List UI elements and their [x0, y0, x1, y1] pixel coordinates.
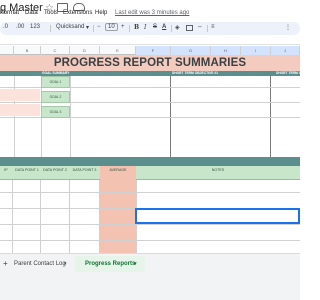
page-title: PROGRESS REPORT SUMMARIES	[53, 57, 247, 69]
toolbar-divider	[93, 25, 94, 32]
grid-line	[0, 240, 300, 241]
text-color-button[interactable]: A	[162, 24, 166, 30]
parent-contact-chevron-icon[interactable]: ▾	[64, 258, 67, 270]
goal-2-row-left[interactable]	[0, 104, 40, 116]
column-header[interactable]	[0, 46, 14, 55]
selected-cell[interactable]	[135, 208, 300, 224]
column-label-data-point-2: DATA POINT 2	[43, 168, 67, 172]
sheet-tab-progress-reports-label: Progress Reports	[85, 261, 136, 267]
paint-bucket-icon[interactable]: ◈	[175, 24, 180, 31]
column-header-i[interactable]: I	[241, 46, 271, 55]
menu-bar: Format Data Tools Extensions Help Last e…	[0, 10, 300, 22]
goal-1-label[interactable]: GOAL 1	[41, 76, 70, 88]
toolbar-divider	[207, 25, 208, 32]
column-label-ip: IP	[4, 168, 8, 172]
toolbar: .0 .00 123 Quicksand ▾ − 10 + B I S A ◈ …	[0, 22, 300, 35]
column-headers: B C D E F G H I J	[0, 46, 300, 55]
goal-3-label[interactable]: GOAL 3	[41, 106, 70, 118]
column-label-average: AVERAGE	[109, 168, 127, 172]
more-options-icon[interactable]: ⋮	[285, 24, 291, 31]
grid-line	[69, 180, 70, 253]
font-family-select[interactable]: Quicksand	[56, 24, 84, 30]
borders-icon[interactable]	[186, 25, 193, 31]
column-header-b[interactable]: B	[14, 46, 41, 55]
toolbar-divider	[129, 25, 130, 32]
menu-format[interactable]: Format	[0, 10, 19, 16]
grid-line	[99, 180, 100, 253]
align-icon[interactable]: ≡	[211, 24, 215, 30]
column-label-notes: NOTES	[211, 168, 225, 172]
merge-icon[interactable]: ⇔	[197, 24, 203, 30]
goal-1-row-left[interactable]	[0, 89, 40, 101]
toolbar-divider	[171, 25, 172, 32]
data-header-band	[0, 157, 300, 166]
grid-line	[0, 224, 300, 225]
chevron-down-icon[interactable]: ▾	[86, 24, 89, 31]
increase-decimal-button[interactable]: .00	[16, 24, 24, 30]
menu-extensions[interactable]: Extensions	[63, 10, 92, 16]
grid-line	[12, 180, 13, 253]
menu-data[interactable]: Data	[25, 10, 38, 16]
column-label-data-point-1: DATA POINT 1	[15, 168, 39, 172]
column-header-g[interactable]: G	[171, 46, 211, 55]
italic-button[interactable]: I	[144, 24, 146, 31]
font-size-input[interactable]: 10	[105, 23, 118, 31]
column-header-d[interactable]: D	[70, 46, 100, 55]
last-edit-link[interactable]: Last edit was 3 minutes ago	[115, 10, 189, 16]
column-label-data-point-3: DATA POINT 3	[72, 168, 97, 172]
column-header-h[interactable]: H	[211, 46, 241, 55]
toolbar-divider	[50, 25, 51, 32]
add-sheet-icon[interactable]: +	[3, 258, 8, 270]
increase-font-size-button[interactable]: +	[121, 24, 125, 30]
menu-tools[interactable]: Tools	[44, 10, 58, 16]
formula-bar[interactable]	[0, 36, 300, 45]
grid-line	[0, 192, 300, 193]
sheet-tab-parent-contact-log[interactable]: Parent Contact Log	[14, 258, 66, 270]
menu-help[interactable]: Help	[95, 10, 107, 16]
goal-2-label[interactable]: GOAL 2	[41, 91, 70, 103]
column-header-j[interactable]: J	[271, 46, 300, 55]
grid-line	[40, 180, 41, 253]
decrease-decimal-button[interactable]: .0	[3, 24, 8, 30]
column-header-e[interactable]: E	[100, 46, 136, 55]
progress-reports-chevron-icon[interactable]: ▾	[134, 258, 137, 270]
strikethrough-button[interactable]: S	[153, 24, 157, 30]
column-header-f[interactable]: F	[136, 46, 171, 55]
column-header-c[interactable]: C	[41, 46, 70, 55]
bold-button[interactable]: B	[134, 24, 139, 31]
decrease-font-size-button[interactable]: −	[97, 24, 101, 30]
number-format-button[interactable]: 123	[30, 24, 40, 30]
